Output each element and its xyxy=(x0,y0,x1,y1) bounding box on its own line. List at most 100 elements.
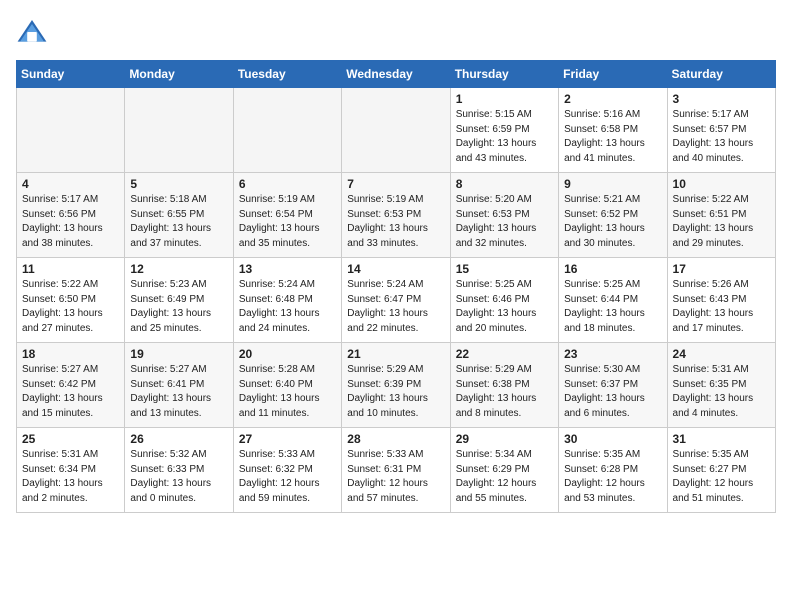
day-info: Sunrise: 5:21 AMSunset: 6:52 PMDaylight:… xyxy=(564,193,661,251)
day-info: Sunrise: 5:32 AMSunset: 6:33 PMDaylight:… xyxy=(130,448,227,506)
day-cell: 21 Sunrise: 5:29 AMSunset: 6:39 PMDayligh… xyxy=(342,343,450,428)
day-number: 22 xyxy=(456,347,553,361)
day-cell: 4 Sunrise: 5:17 AMSunset: 6:56 PMDaylight… xyxy=(17,173,125,258)
day-cell: 3 Sunrise: 5:17 AMSunset: 6:57 PMDaylight… xyxy=(667,88,775,173)
day-info: Sunrise: 5:27 AMSunset: 6:41 PMDaylight:… xyxy=(130,363,227,421)
day-number: 14 xyxy=(347,262,444,276)
day-info: Sunrise: 5:35 AMSunset: 6:28 PMDaylight:… xyxy=(564,448,661,506)
day-number: 9 xyxy=(564,177,661,191)
day-number: 27 xyxy=(239,432,336,446)
day-info: Sunrise: 5:18 AMSunset: 6:55 PMDaylight:… xyxy=(130,193,227,251)
day-info: Sunrise: 5:24 AMSunset: 6:48 PMDaylight:… xyxy=(239,278,336,336)
day-info: Sunrise: 5:17 AMSunset: 6:56 PMDaylight:… xyxy=(22,193,119,251)
day-cell xyxy=(342,88,450,173)
week-row-4: 18 Sunrise: 5:27 AMSunset: 6:42 PMDayligh… xyxy=(17,343,776,428)
day-cell: 30 Sunrise: 5:35 AMSunset: 6:28 PMDayligh… xyxy=(559,428,667,513)
day-number: 18 xyxy=(22,347,119,361)
day-cell: 29 Sunrise: 5:34 AMSunset: 6:29 PMDayligh… xyxy=(450,428,558,513)
day-info: Sunrise: 5:31 AMSunset: 6:35 PMDaylight:… xyxy=(673,363,770,421)
logo-icon xyxy=(16,16,48,48)
day-number: 31 xyxy=(673,432,770,446)
day-cell: 23 Sunrise: 5:30 AMSunset: 6:37 PMDayligh… xyxy=(559,343,667,428)
week-row-2: 4 Sunrise: 5:17 AMSunset: 6:56 PMDaylight… xyxy=(17,173,776,258)
day-info: Sunrise: 5:34 AMSunset: 6:29 PMDaylight:… xyxy=(456,448,553,506)
day-info: Sunrise: 5:25 AMSunset: 6:44 PMDaylight:… xyxy=(564,278,661,336)
header-row: SundayMondayTuesdayWednesdayThursdayFrid… xyxy=(17,61,776,88)
day-cell: 24 Sunrise: 5:31 AMSunset: 6:35 PMDayligh… xyxy=(667,343,775,428)
day-header-saturday: Saturday xyxy=(667,61,775,88)
day-number: 25 xyxy=(22,432,119,446)
day-info: Sunrise: 5:29 AMSunset: 6:39 PMDaylight:… xyxy=(347,363,444,421)
day-number: 20 xyxy=(239,347,336,361)
day-cell: 14 Sunrise: 5:24 AMSunset: 6:47 PMDayligh… xyxy=(342,258,450,343)
day-number: 8 xyxy=(456,177,553,191)
day-cell: 7 Sunrise: 5:19 AMSunset: 6:53 PMDaylight… xyxy=(342,173,450,258)
day-number: 24 xyxy=(673,347,770,361)
logo xyxy=(16,16,52,48)
day-info: Sunrise: 5:16 AMSunset: 6:58 PMDaylight:… xyxy=(564,108,661,166)
day-number: 13 xyxy=(239,262,336,276)
day-cell: 26 Sunrise: 5:32 AMSunset: 6:33 PMDayligh… xyxy=(125,428,233,513)
day-cell: 13 Sunrise: 5:24 AMSunset: 6:48 PMDayligh… xyxy=(233,258,341,343)
day-number: 15 xyxy=(456,262,553,276)
day-header-monday: Monday xyxy=(125,61,233,88)
day-number: 5 xyxy=(130,177,227,191)
day-number: 19 xyxy=(130,347,227,361)
week-row-1: 1Sunrise: 5:15 AMSunset: 6:59 PMDaylight… xyxy=(17,88,776,173)
day-number: 23 xyxy=(564,347,661,361)
day-info: Sunrise: 5:23 AMSunset: 6:49 PMDaylight:… xyxy=(130,278,227,336)
day-number: 12 xyxy=(130,262,227,276)
day-info: Sunrise: 5:29 AMSunset: 6:38 PMDaylight:… xyxy=(456,363,553,421)
day-header-thursday: Thursday xyxy=(450,61,558,88)
day-info: Sunrise: 5:20 AMSunset: 6:53 PMDaylight:… xyxy=(456,193,553,251)
day-number: 3 xyxy=(673,92,770,106)
page-header xyxy=(16,16,776,48)
day-number: 7 xyxy=(347,177,444,191)
day-info: Sunrise: 5:22 AMSunset: 6:50 PMDaylight:… xyxy=(22,278,119,336)
day-header-sunday: Sunday xyxy=(17,61,125,88)
day-number: 21 xyxy=(347,347,444,361)
day-cell: 1Sunrise: 5:15 AMSunset: 6:59 PMDaylight… xyxy=(450,88,558,173)
day-number: 26 xyxy=(130,432,227,446)
day-cell: 19 Sunrise: 5:27 AMSunset: 6:41 PMDayligh… xyxy=(125,343,233,428)
day-number: 11 xyxy=(22,262,119,276)
day-number: 29 xyxy=(456,432,553,446)
day-info: Sunrise: 5:19 AMSunset: 6:54 PMDaylight:… xyxy=(239,193,336,251)
day-info: Sunrise: 5:15 AMSunset: 6:59 PMDaylight:… xyxy=(456,108,553,166)
day-number: 4 xyxy=(22,177,119,191)
day-info: Sunrise: 5:25 AMSunset: 6:46 PMDaylight:… xyxy=(456,278,553,336)
day-number: 16 xyxy=(564,262,661,276)
day-cell: 15 Sunrise: 5:25 AMSunset: 6:46 PMDayligh… xyxy=(450,258,558,343)
day-info: Sunrise: 5:33 AMSunset: 6:32 PMDaylight:… xyxy=(239,448,336,506)
day-header-wednesday: Wednesday xyxy=(342,61,450,88)
day-cell: 27 Sunrise: 5:33 AMSunset: 6:32 PMDayligh… xyxy=(233,428,341,513)
week-row-5: 25Sunrise: 5:31 AMSunset: 6:34 PMDayligh… xyxy=(17,428,776,513)
day-header-tuesday: Tuesday xyxy=(233,61,341,88)
day-cell xyxy=(233,88,341,173)
day-cell: 11 Sunrise: 5:22 AMSunset: 6:50 PMDayligh… xyxy=(17,258,125,343)
day-info: Sunrise: 5:17 AMSunset: 6:57 PMDaylight:… xyxy=(673,108,770,166)
day-cell: 9 Sunrise: 5:21 AMSunset: 6:52 PMDaylight… xyxy=(559,173,667,258)
day-info: Sunrise: 5:24 AMSunset: 6:47 PMDaylight:… xyxy=(347,278,444,336)
day-info: Sunrise: 5:19 AMSunset: 6:53 PMDaylight:… xyxy=(347,193,444,251)
day-cell xyxy=(17,88,125,173)
day-number: 17 xyxy=(673,262,770,276)
day-cell xyxy=(125,88,233,173)
day-number: 10 xyxy=(673,177,770,191)
day-cell: 5 Sunrise: 5:18 AMSunset: 6:55 PMDaylight… xyxy=(125,173,233,258)
day-info: Sunrise: 5:27 AMSunset: 6:42 PMDaylight:… xyxy=(22,363,119,421)
day-info: Sunrise: 5:30 AMSunset: 6:37 PMDaylight:… xyxy=(564,363,661,421)
day-cell: 18 Sunrise: 5:27 AMSunset: 6:42 PMDayligh… xyxy=(17,343,125,428)
day-number: 30 xyxy=(564,432,661,446)
day-number: 6 xyxy=(239,177,336,191)
day-info: Sunrise: 5:35 AMSunset: 6:27 PMDaylight:… xyxy=(673,448,770,506)
day-cell: 31 Sunrise: 5:35 AMSunset: 6:27 PMDayligh… xyxy=(667,428,775,513)
calendar-table: SundayMondayTuesdayWednesdayThursdayFrid… xyxy=(16,60,776,513)
day-cell: 6 Sunrise: 5:19 AMSunset: 6:54 PMDaylight… xyxy=(233,173,341,258)
day-info: Sunrise: 5:26 AMSunset: 6:43 PMDaylight:… xyxy=(673,278,770,336)
day-cell: 28Sunrise: 5:33 AMSunset: 6:31 PMDayligh… xyxy=(342,428,450,513)
day-info: Sunrise: 5:22 AMSunset: 6:51 PMDaylight:… xyxy=(673,193,770,251)
day-cell: 20Sunrise: 5:28 AMSunset: 6:40 PMDayligh… xyxy=(233,343,341,428)
day-number: 2 xyxy=(564,92,661,106)
day-cell: 25Sunrise: 5:31 AMSunset: 6:34 PMDayligh… xyxy=(17,428,125,513)
